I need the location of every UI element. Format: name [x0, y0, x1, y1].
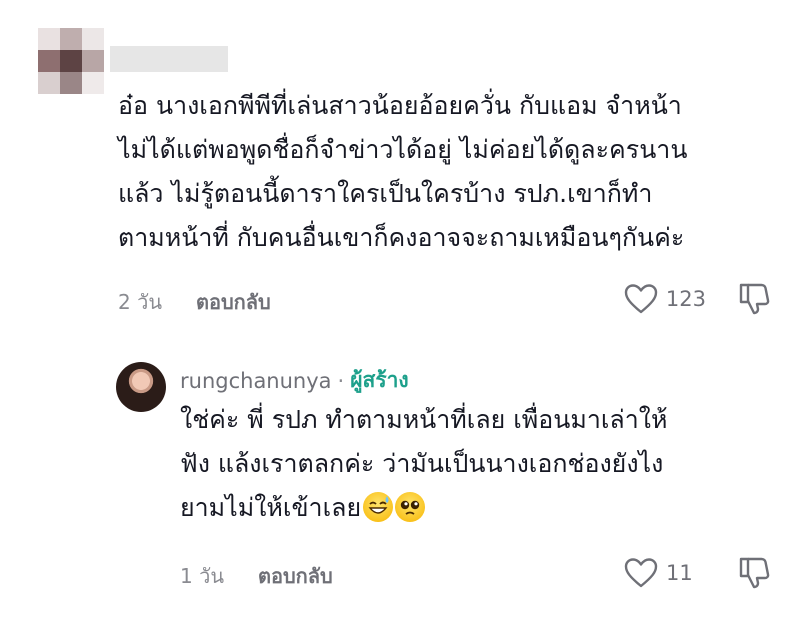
- reply-header: rungchanunya · ผู้สร้าง: [180, 364, 409, 397]
- separator: ·: [337, 368, 345, 393]
- reply-time: 1 วัน: [180, 564, 224, 588]
- creator-avatar[interactable]: [116, 362, 166, 412]
- blurred-username[interactable]: [110, 46, 228, 72]
- comment-meta: 2 วัน ตอบกลับ: [118, 286, 271, 318]
- sweat-smile-emoji-icon: [363, 492, 394, 522]
- reply-button[interactable]: ตอบกลับ: [196, 286, 271, 318]
- comment-line: ตามหน้าที่ กับคนอื่นเขาก็คงอาจจะถามเหมือ…: [118, 223, 685, 252]
- comment-text: อ๋อ นางเอกพีพีที่เล่นสาวน้อยอ้อยควั่น กั…: [118, 84, 778, 260]
- comment-time: 2 วัน: [118, 290, 162, 314]
- reply-actions: 11: [624, 556, 770, 590]
- like-count: 11: [666, 561, 693, 585]
- like-count: 123: [665, 287, 706, 311]
- reply-line: ฟัง แล้งเราตลกค่ะ ว่ามันเป็นนางเอกช่องยั…: [180, 449, 664, 478]
- reply-line: ใช่ค่ะ พี่ รปภ ทำตามหน้าที่เลย เพื่อนมาเ…: [180, 405, 668, 434]
- like-button[interactable]: 11: [624, 557, 706, 589]
- comment: อ๋อ นางเอกพีพีที่เล่นสาวน้อยอ้อยควั่น กั…: [0, 0, 800, 330]
- comment-line: แล้ว ไม่รู้ตอนนี้ดาราใครเป็นใครบ้าง รปภ.…: [118, 179, 653, 208]
- comment-line: ไม่ได้แต่พอพูดชื่อก็จำข่าวได้อยู่ ไม่ค่อ…: [118, 135, 688, 164]
- comment-actions: 123: [624, 282, 770, 316]
- like-button[interactable]: 123: [624, 283, 706, 315]
- blurred-avatar[interactable]: [38, 28, 104, 94]
- heart-outline-icon: [624, 558, 658, 588]
- heart-outline-icon: [624, 284, 658, 314]
- dislike-button[interactable]: [738, 282, 770, 316]
- reply-line: ยามไม่ให้เข้าเลย: [180, 493, 362, 522]
- reply-line-last: ยามไม่ให้เข้าเลย: [180, 486, 780, 530]
- dislike-button[interactable]: [738, 556, 770, 590]
- reply-button[interactable]: ตอบกลับ: [258, 560, 333, 592]
- username[interactable]: rungchanunya: [180, 369, 332, 393]
- reply-text: ใช่ค่ะ พี่ รปภ ทำตามหน้าที่เลย เพื่อนมาเ…: [180, 398, 780, 530]
- thumbs-down-outline-icon: [739, 283, 770, 315]
- reply-meta: 1 วัน ตอบกลับ: [180, 560, 333, 592]
- pleading-face-emoji-icon: [395, 492, 426, 522]
- comment-line: อ๋อ นางเอกพีพีที่เล่นสาวน้อยอ้อยควั่น กั…: [118, 91, 682, 120]
- thumbs-down-outline-icon: [739, 557, 770, 589]
- creator-badge: ผู้สร้าง: [350, 368, 409, 392]
